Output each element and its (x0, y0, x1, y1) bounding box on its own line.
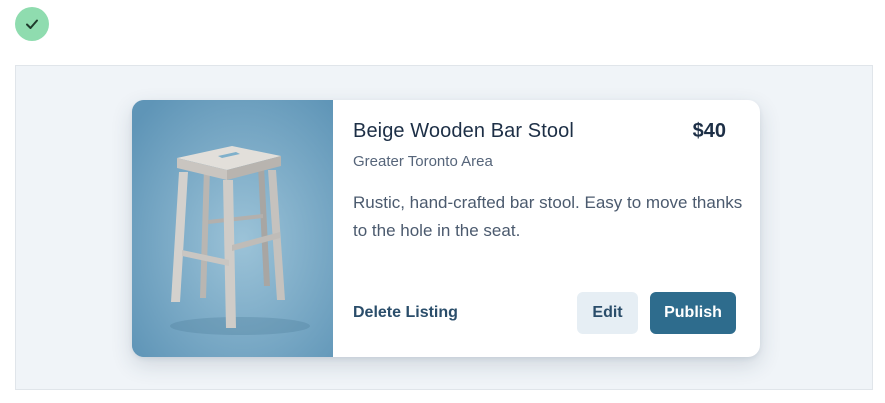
bar-stool-image (132, 100, 333, 357)
check-icon (26, 19, 38, 29)
listing-price: $40 (692, 120, 726, 142)
listing-title: Beige Wooden Bar Stool (353, 120, 574, 142)
preview-canvas: Beige Wooden Bar Stool $40 Greater Toron… (15, 65, 873, 390)
listing-content: Beige Wooden Bar Stool $40 Greater Toron… (353, 100, 742, 357)
delete-listing-link[interactable]: Delete Listing (353, 304, 458, 322)
listing-description: Rustic, hand-crafted bar stool. Easy to … (353, 193, 743, 240)
publish-button[interactable]: Publish (650, 292, 736, 334)
listing-card: Beige Wooden Bar Stool $40 Greater Toron… (132, 100, 760, 357)
edit-button[interactable]: Edit (577, 292, 638, 334)
status-check-badge (15, 7, 49, 41)
product-image (132, 100, 333, 357)
listing-location: Greater Toronto Area (353, 153, 493, 170)
